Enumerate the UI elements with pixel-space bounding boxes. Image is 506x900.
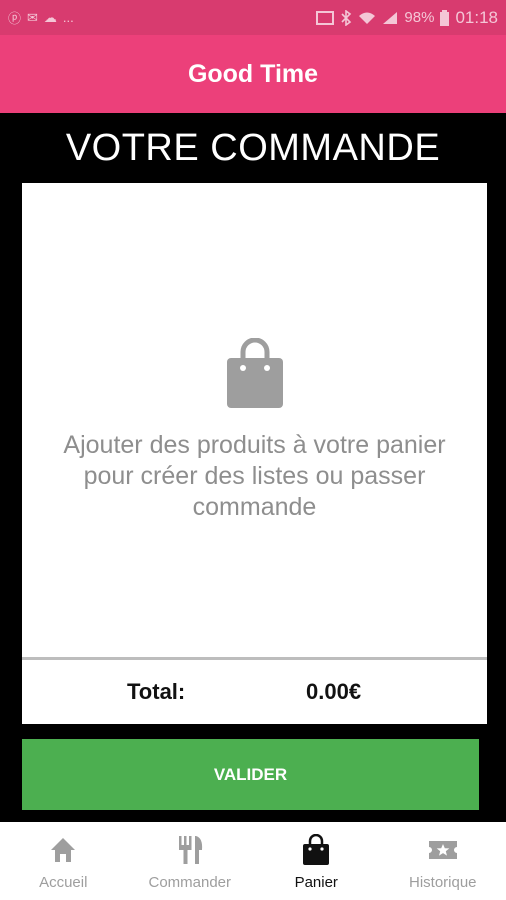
app-title: Good Time — [187, 59, 319, 88]
empty-cart-message: Ajouter des produits à votre panier pour… — [63, 430, 446, 521]
fork-knife-icon — [178, 836, 202, 864]
total-value: 0.00€ — [306, 679, 362, 704]
cast-icon — [316, 10, 335, 25]
signal-icon — [383, 11, 398, 24]
status-left-icons: ⓟ ✉ ☁ ... — [8, 8, 74, 27]
cart-empty-panel: Ajouter des produits à votre panier pour… — [22, 183, 487, 657]
page-title: VOTRE COMMANDE — [65, 126, 441, 169]
total-label: Total: — [127, 679, 186, 704]
nav-item-accueil[interactable]: Accueil — [0, 822, 127, 900]
nav-item-historique[interactable]: Historique — [380, 822, 506, 900]
status-right-icons: 98% 01:18 — [316, 8, 498, 28]
nav-label-historique: Historique — [408, 874, 477, 891]
ticket-star-icon — [428, 841, 457, 859]
app-bar: Good Time — [0, 35, 506, 113]
nav-item-commander[interactable]: Commander — [127, 822, 254, 900]
status-bar: ⓟ ✉ ☁ ... 98% 01:18 — [0, 0, 506, 35]
shopping-bag-icon — [226, 337, 283, 408]
notification-more-icon: ... — [62, 10, 74, 25]
battery-icon — [440, 9, 450, 26]
status-time: 01:18 — [455, 7, 498, 27]
home-icon — [51, 838, 76, 862]
notification-icon-3: ☁ — [43, 9, 57, 25]
nav-item-panier[interactable]: Panier — [253, 822, 380, 900]
nav-label-panier: Panier — [294, 874, 338, 891]
bottom-navigation: Accueil Commander Panier Historique — [0, 822, 506, 900]
nav-label-commander: Commander — [148, 874, 232, 891]
validate-button[interactable]: VALIDER — [22, 739, 479, 810]
bluetooth-icon — [341, 9, 352, 26]
wifi-icon — [359, 12, 376, 24]
total-row: Total: 0.00€ — [22, 660, 487, 724]
nav-label-accueil: Accueil — [39, 874, 88, 891]
battery-percentage: 98% — [404, 9, 435, 26]
shopping-bag-icon — [303, 834, 330, 865]
notification-icon-1: ⓟ — [8, 11, 22, 26]
notification-icon-2: ✉ — [27, 9, 38, 25]
